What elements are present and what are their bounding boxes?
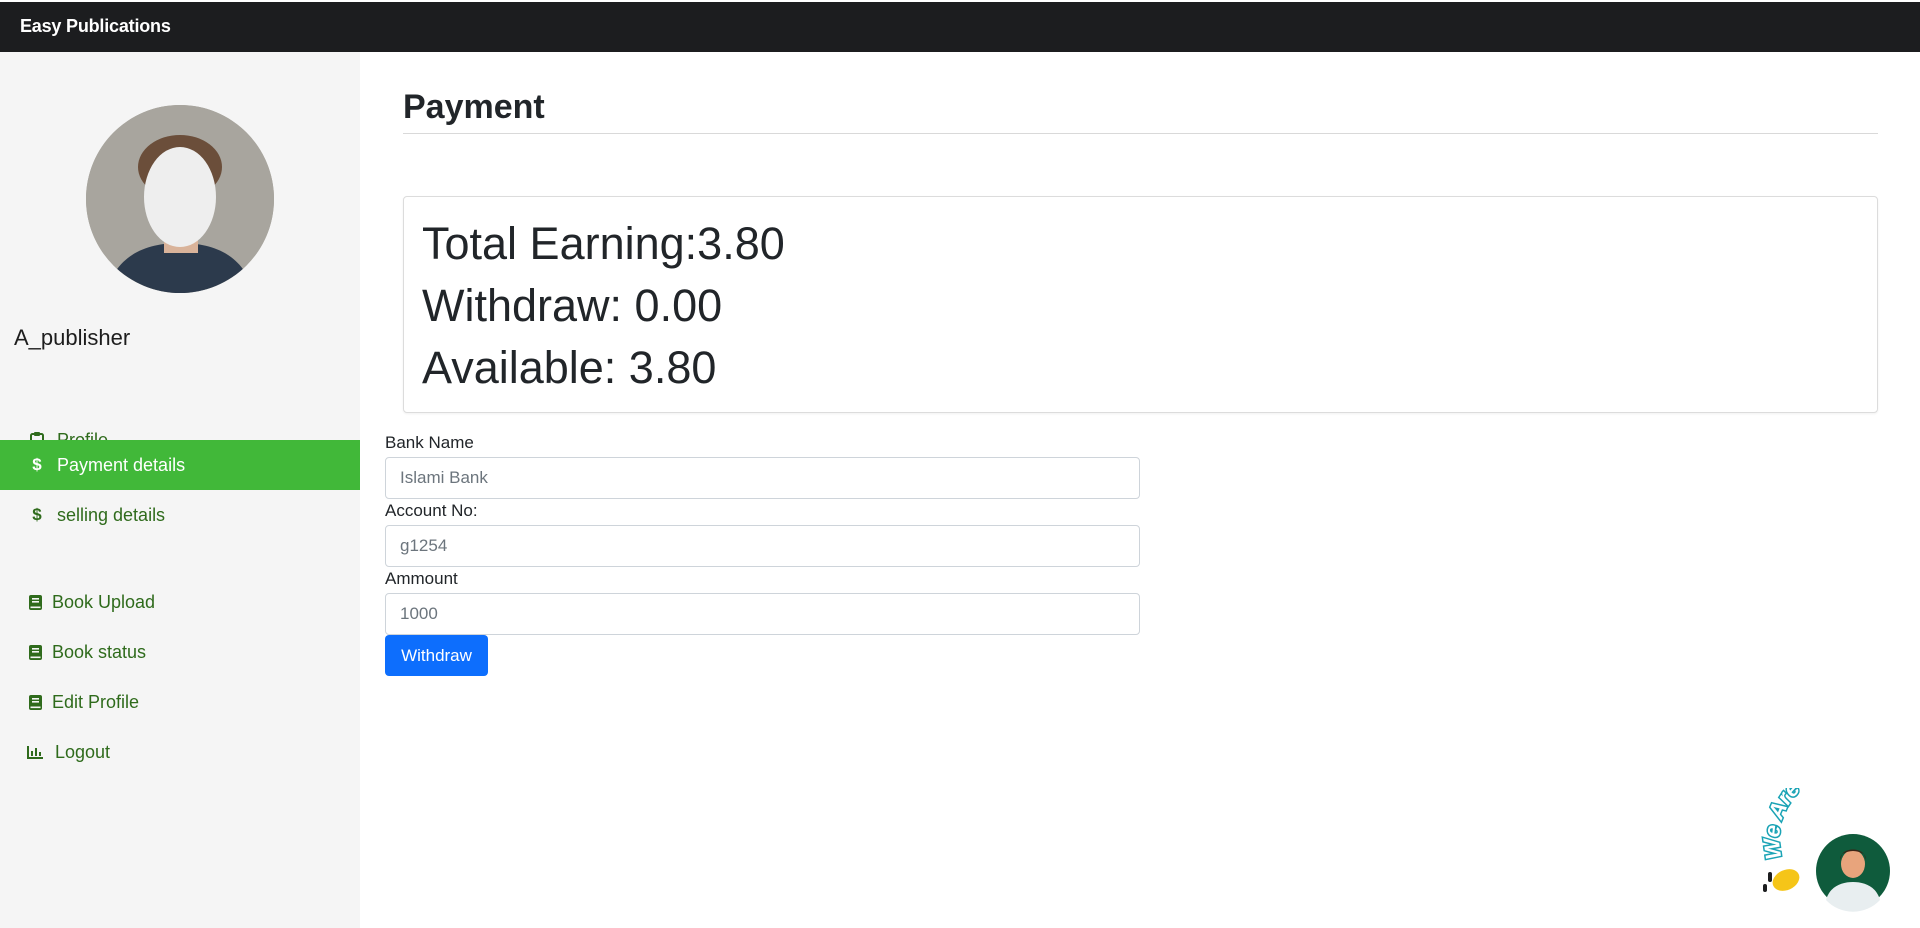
sidebar: A_publisher Profile $ Payment details $ … <box>0 52 360 928</box>
support-agent-avatar <box>1816 834 1890 912</box>
earnings-card: Total Earning:3.80 Withdraw: 0.00 Availa… <box>403 196 1878 413</box>
sidebar-item-logout[interactable]: Logout <box>0 727 360 777</box>
withdraw-amount-text: Withdraw: 0.00 <box>422 280 723 331</box>
page-title: Payment <box>403 88 545 126</box>
amount-label: Ammount <box>385 569 458 588</box>
book-icon <box>25 592 45 612</box>
sidebar-item-book-upload[interactable]: Book Upload <box>0 577 360 627</box>
account-no-label: Account No: <box>385 501 478 520</box>
chat-widget[interactable]: We Are Here! <box>1757 751 1920 918</box>
book-icon <box>25 692 45 712</box>
amount-input[interactable] <box>385 593 1140 635</box>
dollar-icon: $ <box>32 505 42 524</box>
top-navbar: Easy Publications <box>0 0 1920 52</box>
sidebar-item-edit-profile[interactable]: Edit Profile <box>0 677 360 727</box>
book-icon <box>25 642 45 662</box>
sidebar-item-label: Book status <box>52 641 147 662</box>
dollar-icon: $ <box>32 455 42 474</box>
sidebar-item-label: Edit Profile <box>52 691 140 712</box>
brand-logo[interactable]: Easy Publications <box>20 16 171 37</box>
sidebar-item-label: Payment details <box>57 454 186 475</box>
avatar <box>86 105 274 293</box>
withdraw-button[interactable]: Withdraw <box>385 635 488 676</box>
available-balance-text: Available: 3.80 <box>422 342 717 393</box>
sidebar-item-label: selling details <box>57 504 166 525</box>
sidebar-item-payment-details[interactable]: $ Payment details <box>0 440 360 490</box>
sidebar-item-selling-details[interactable]: $ selling details <box>0 490 360 540</box>
bank-name-input[interactable] <box>385 457 1140 499</box>
sidebar-item-book-status[interactable]: Book status <box>0 627 360 677</box>
account-no-input[interactable] <box>385 525 1140 567</box>
sidebar-item-label: Logout <box>55 741 111 762</box>
sidebar-item-label: Book Upload <box>52 591 156 612</box>
title-divider <box>403 133 1878 134</box>
waving-hand-icon <box>1763 869 1800 892</box>
bank-name-label: Bank Name <box>385 433 474 452</box>
username: A_publisher <box>14 325 131 350</box>
total-earning-text: Total Earning:3.80 <box>422 218 785 269</box>
bar-chart-icon <box>25 742 45 762</box>
